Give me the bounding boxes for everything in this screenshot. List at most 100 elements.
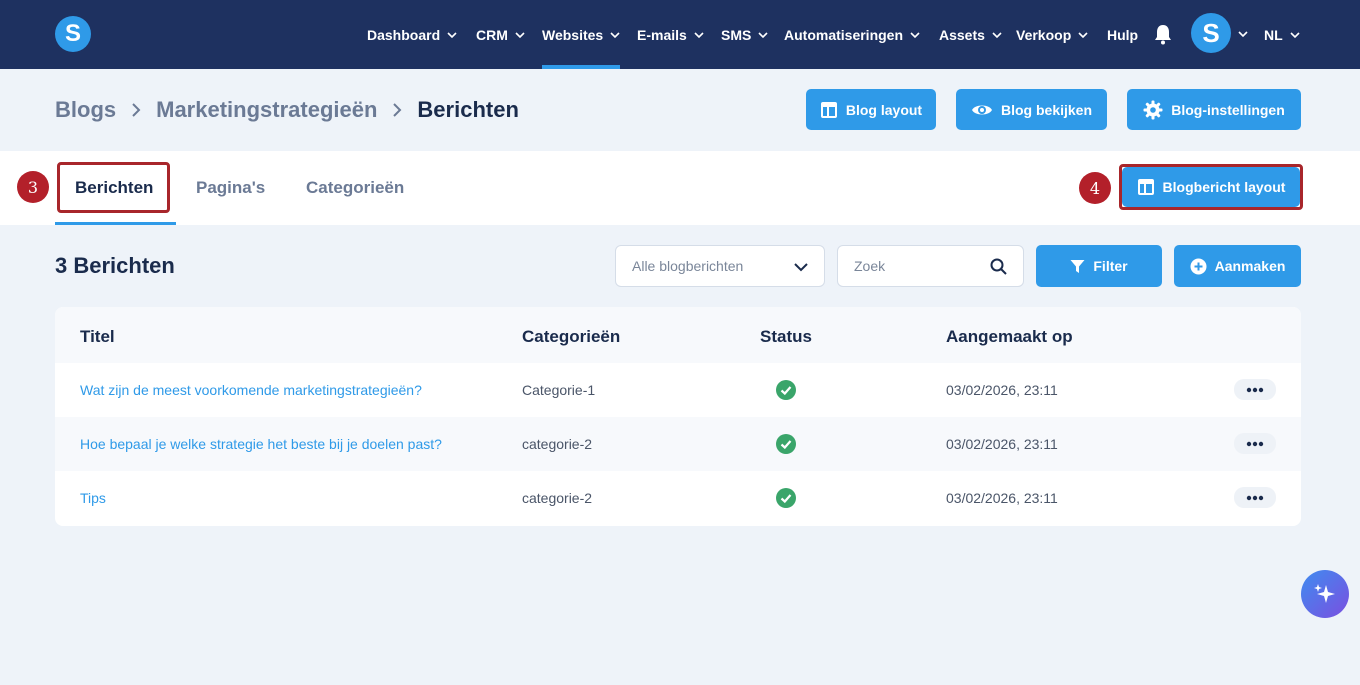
nav-item-label: Assets (939, 26, 985, 43)
post-title-link[interactable]: Wat zijn de meest voorkomende marketings… (80, 363, 422, 417)
post-status (776, 417, 796, 471)
chevron-down-icon (447, 31, 457, 38)
nav-item-label: Websites (542, 26, 604, 43)
check-circle-icon (776, 488, 796, 508)
breadcrumb-item-blog[interactable]: Marketingstrategieën (156, 97, 377, 123)
nav-item-sms[interactable]: SMS (721, 0, 768, 69)
post-status (776, 471, 796, 525)
post-created-date: 03/02/2026, 23:11 (946, 436, 1058, 452)
table-header-row: Titel Categorieën Status Aangemaakt op (55, 307, 1301, 363)
blog-view-label: Blog bekijken (1000, 101, 1093, 118)
chevron-down-icon (992, 31, 1002, 38)
search-box (837, 245, 1024, 287)
nav-item-crm[interactable]: CRM (476, 0, 525, 69)
row-actions-button[interactable] (1234, 379, 1276, 400)
ai-assistant-button[interactable] (1301, 570, 1349, 618)
step-badge-3: 3 (17, 171, 49, 203)
posts-filter-select[interactable]: Alle blogberichten (615, 245, 825, 287)
column-header-title: Titel (80, 327, 115, 346)
nav-item-e-mails[interactable]: E-mails (637, 0, 704, 69)
nav-item-verkoop[interactable]: Verkoop (1016, 0, 1088, 69)
chevron-down-icon (910, 31, 920, 38)
posts-filter-value: Alle blogberichten (632, 258, 744, 274)
search-input[interactable] (838, 246, 988, 286)
post-title-link[interactable]: Tips (80, 471, 106, 525)
posts-count-title: 3 Berichten (55, 253, 175, 278)
plus-circle-icon (1190, 258, 1207, 274)
highlight-box-post-layout (1119, 164, 1303, 210)
post-category: Categorie-1 (522, 382, 596, 398)
filter-button[interactable]: Filter (1036, 245, 1162, 287)
filter-icon (1070, 259, 1085, 273)
tab-categorieen[interactable]: Categorieën (306, 151, 404, 225)
more-horizontal-icon (1246, 441, 1264, 446)
language-selector[interactable]: NL (1264, 0, 1300, 69)
nav-item-hulp[interactable]: Hulp (1107, 0, 1138, 69)
breadcrumb-item-blogs[interactable]: Blogs (55, 97, 116, 123)
chevron-down-icon (694, 31, 704, 38)
chevron-down-icon (515, 31, 525, 38)
nav-item-label: SMS (721, 26, 752, 43)
breadcrumb: Blogs Marketingstrategieën Berichten (55, 97, 519, 123)
more-horizontal-icon (1246, 387, 1264, 392)
column-header-created: Aangemaakt op (946, 327, 1073, 346)
post-created-date: 03/02/2026, 23:11 (946, 382, 1058, 398)
chevron-down-icon[interactable] (1238, 29, 1248, 39)
nav-item-label: Automatiseringen (784, 26, 904, 43)
chevron-down-icon (758, 31, 768, 38)
table-row: Wat zijn de meest voorkomende marketings… (55, 363, 1301, 417)
step-badge-4: 4 (1079, 172, 1111, 204)
nav-item-label: Verkoop (1016, 26, 1072, 43)
column-header-categories: Categorieën (522, 327, 621, 346)
active-tab-indicator (55, 222, 176, 225)
nav-item-websites[interactable]: Websites (542, 0, 621, 69)
post-status (776, 363, 796, 417)
nav-item-assets[interactable]: Assets (939, 0, 1002, 69)
highlight-box-tabs (57, 162, 170, 213)
create-label: Aanmaken (1214, 258, 1286, 274)
blog-settings-button[interactable]: Blog-instellingen (1127, 89, 1301, 130)
chevron-down-icon (1290, 31, 1300, 38)
bell-icon[interactable] (1153, 23, 1173, 45)
column-header-status: Status (760, 327, 812, 346)
chevron-down-icon (1078, 31, 1088, 38)
tab-paginas[interactable]: Pagina's (196, 151, 265, 225)
breadcrumb-current: Berichten (417, 97, 519, 122)
chevron-down-icon (794, 263, 808, 272)
table-row: Hoe bepaal je welke strategie het beste … (55, 417, 1301, 471)
check-circle-icon (776, 434, 796, 454)
chevron-right-icon (393, 103, 402, 117)
blog-settings-label: Blog-instellingen (1171, 101, 1285, 118)
language-label: NL (1264, 26, 1283, 43)
nav-item-automatiseringen[interactable]: Automatiseringen (784, 0, 920, 69)
more-horizontal-icon (1246, 495, 1264, 500)
create-button[interactable]: Aanmaken (1174, 245, 1301, 287)
post-category: categorie-2 (522, 490, 593, 506)
eye-icon (971, 105, 992, 114)
posts-table: Titel Categorieën Status Aangemaakt op W… (55, 307, 1301, 526)
gear-icon (1143, 100, 1163, 119)
post-title-link[interactable]: Hoe bepaal je welke strategie het beste … (80, 417, 442, 471)
layout-icon (820, 101, 837, 118)
table-row: Tips categorie-2 03/02/2026, 23:11 (55, 471, 1301, 525)
nav-item-label: CRM (476, 26, 508, 43)
nav-item-label: Hulp (1107, 26, 1139, 43)
nav-item-label: E-mails (637, 26, 687, 43)
filter-label: Filter (1093, 258, 1128, 274)
nav-item-label: Dashboard (367, 26, 441, 43)
user-avatar[interactable]: S (1191, 13, 1231, 53)
post-created-date: 03/02/2026, 23:11 (946, 490, 1058, 506)
row-actions-button[interactable] (1234, 487, 1276, 508)
blog-layout-button[interactable]: Blog layout (806, 89, 936, 130)
sparkle-icon (1314, 584, 1335, 603)
chevron-down-icon (610, 31, 620, 38)
post-category: categorie-2 (522, 436, 593, 452)
blog-layout-label: Blog layout (845, 101, 923, 118)
check-circle-icon (776, 380, 796, 400)
search-icon[interactable] (990, 258, 1007, 275)
nav-item-dashboard[interactable]: Dashboard (367, 0, 457, 69)
top-navigation-bar: S Dashboard CRM Websites E-mails SMS Automati… (0, 0, 1360, 69)
blog-view-button[interactable]: Blog bekijken (956, 89, 1107, 130)
chevron-right-icon (132, 103, 141, 117)
row-actions-button[interactable] (1234, 433, 1276, 454)
